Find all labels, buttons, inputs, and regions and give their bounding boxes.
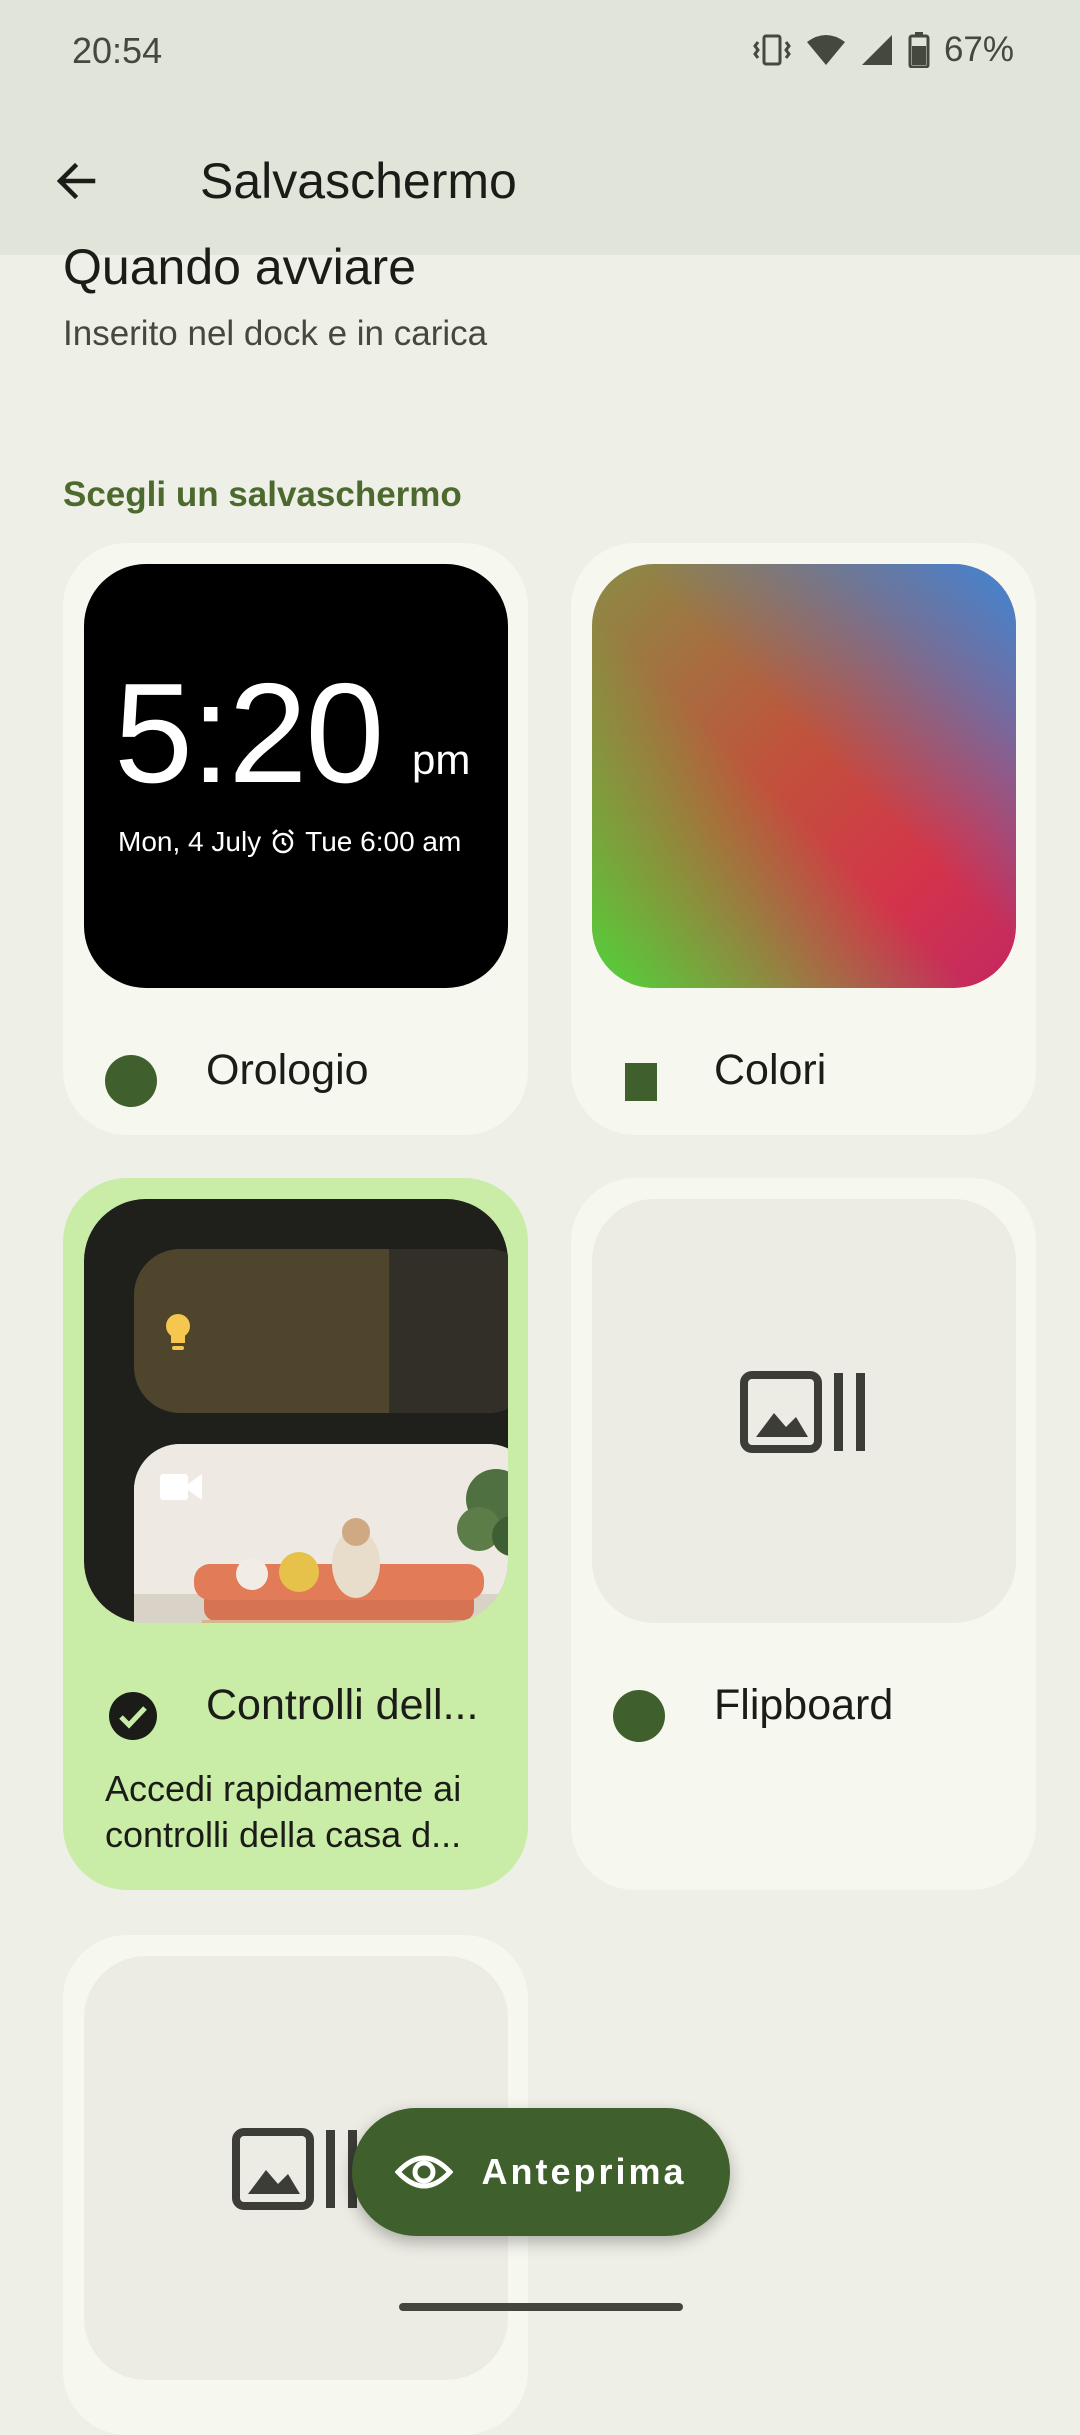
- alarm-icon: [272, 829, 295, 854]
- clock-preview-ampm: pm: [412, 736, 471, 783]
- screensaver-name: Controlli dell...: [206, 1681, 479, 1729]
- signal-icon: [861, 35, 892, 65]
- screensaver-card-flipboard[interactable]: Flipboard: [571, 1178, 1036, 1890]
- screensaver-description: Accedi rapidamente ai controlli della ca…: [105, 1768, 462, 1855]
- screensaver-name: Orologio: [206, 1046, 369, 1094]
- screensaver-name: Flipboard: [714, 1681, 894, 1729]
- clock-preview-time: 5:20: [114, 654, 384, 813]
- screensaver-card-colors[interactable]: Colori: [571, 543, 1036, 1135]
- gesture-nav-handle[interactable]: [399, 2303, 683, 2311]
- flipboard-preview: [592, 1199, 1016, 1623]
- photo-slideshow-icon: [740, 1371, 865, 1453]
- screensaver-card-clock[interactable]: 5:20 pm Mon, 4 July Tue 6:00 am Orologio: [63, 543, 528, 1135]
- camera-tile: [134, 1444, 508, 1623]
- photo-slideshow-icon: [232, 2128, 357, 2210]
- when-to-start-title[interactable]: Quando avviare: [63, 238, 416, 296]
- radio-button-icon[interactable]: [105, 1055, 157, 1107]
- check-circle-icon[interactable]: [107, 1690, 159, 1742]
- page-title: Salvaschermo: [200, 153, 517, 209]
- radio-button-icon[interactable]: [613, 1690, 665, 1742]
- battery-icon: [908, 32, 930, 68]
- videocam-icon: [160, 1474, 202, 1500]
- eye-icon: [395, 2155, 454, 2189]
- wifi-icon: [806, 35, 845, 65]
- status-bar: 20:54 67%: [0, 0, 1080, 110]
- when-to-start-value[interactable]: Inserito nel dock e in carica: [63, 314, 487, 354]
- clock-preview-alarm: Tue 6:00 am: [305, 826, 462, 857]
- back-button[interactable]: [44, 148, 110, 214]
- square-indicator-icon[interactable]: [625, 1063, 657, 1101]
- clock-preview-day: Mon, 4 July: [118, 826, 262, 857]
- choose-screensaver-header: Scegli un salvaschermo: [63, 475, 462, 514]
- colors-preview: [592, 564, 1016, 988]
- lightbulb-icon: [166, 1314, 190, 1350]
- screensaver-name: Colori: [714, 1046, 827, 1094]
- screensaver-card-home-controls[interactable]: Controlli dell... Accedi rapidamente ai …: [63, 1178, 528, 1890]
- battery-percentage: 67%: [943, 30, 1014, 69]
- home-controls-preview: [84, 1199, 508, 1623]
- camera-feed-image: [134, 1444, 508, 1623]
- preview-button-label: Anteprima: [481, 2151, 687, 2192]
- status-icons: 67%: [752, 30, 1014, 70]
- status-time: 20:54: [72, 30, 163, 71]
- clock-preview: 5:20 pm Mon, 4 July Tue 6:00 am: [84, 564, 508, 988]
- preview-button[interactable]: Anteprima: [352, 2108, 730, 2236]
- top-app-bar: Salvaschermo: [0, 110, 1080, 255]
- clock-preview-date: Mon, 4 July Tue 6:00 am: [118, 826, 461, 858]
- vibrate-icon: [753, 34, 791, 66]
- arrow-back-icon: [56, 162, 96, 200]
- light-tile: [134, 1249, 508, 1413]
